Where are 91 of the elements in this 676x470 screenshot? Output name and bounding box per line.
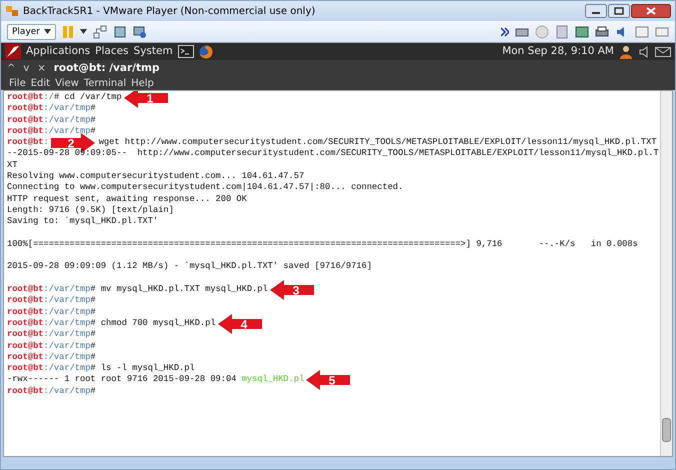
output-text: 100%[==================================================================================>] 9,716 --.-K/s in 0.008s: [7, 238, 638, 250]
app-icon: [5, 4, 19, 18]
command-text: # cd /var/tmp: [54, 92, 122, 104]
prompt-path: :/var/tmp: [44, 363, 90, 374]
command-text: #: [90, 306, 96, 318]
prompt-user: root@bt: [7, 114, 44, 126]
mail-icon[interactable]: [655, 46, 671, 58]
volume-icon[interactable]: [638, 46, 650, 58]
output-text: Resolving www.computersecuritystudent.com... 104.61.47.57: [7, 171, 304, 182]
command-text: #: [90, 103, 96, 115]
command-text: # ls -l mysql_HKD.pl: [90, 363, 195, 374]
callout-arrow: 1: [124, 91, 170, 108]
command-text: #: [90, 329, 96, 341]
command-text: #: [90, 352, 96, 364]
scroll-down-button[interactable]: v: [23, 61, 30, 76]
menu-item[interactable]: Terminal: [84, 76, 126, 91]
prompt-user: root@bt: [7, 126, 44, 138]
callout-arrow: 3: [270, 280, 316, 300]
command-text: # chmod 700 mysql_HKD.pl: [90, 318, 216, 330]
prompt-user: root@bt: [7, 340, 44, 352]
command-text: wget http://www.computersecuritystudent.com/SECURITY_TOOLS/METASPLOITABLE/EXPLOIT/lesson11/mysql_HKD.pl.TXT: [98, 137, 657, 148]
output-text: 2015-09-28 09:09:09 (1.12 MB/s) - `mysql_HKD.pl.TXT' saved [9716/9716]: [7, 261, 372, 273]
scrollbar[interactable]: [660, 91, 672, 456]
panel-menu[interactable]: System: [134, 44, 173, 60]
prompt-path: :/var/tmp: [44, 340, 90, 352]
menu-item[interactable]: File: [9, 76, 26, 91]
scrollbar-thumb[interactable]: [662, 418, 671, 442]
menu-item[interactable]: View: [55, 76, 79, 91]
prompt-user: root@bt: [7, 386, 44, 398]
chevron-icon[interactable]: [501, 26, 509, 36]
minimize-icon[interactable]: [585, 4, 607, 18]
output-text: -rwx------ 1 root root 9716 2015-09-28 09:04: [7, 374, 236, 386]
output-text: Saving to: `mysql_HKD.pl.TXT': [7, 216, 158, 228]
user-icon[interactable]: [619, 44, 633, 58]
prompt-path: :/: [44, 92, 54, 104]
terminal-icon[interactable]: [178, 45, 194, 58]
player-menu-button[interactable]: Player: [7, 24, 56, 40]
prompt-path: :: [44, 137, 49, 148]
prompt-user: root@bt: [7, 352, 44, 364]
output-text: Connecting to www.computersecuritystudent.com|104.61.47.57|:80... connected.: [7, 182, 404, 194]
caret-icon[interactable]: [80, 29, 88, 34]
prompt-path: :/var/tmp: [44, 306, 90, 318]
prompt-user: root@bt: [7, 295, 44, 307]
panel-menu[interactable]: Applications: [26, 44, 90, 60]
network-icon[interactable]: [93, 24, 108, 38]
terminal-title: root@bt: /var/tmp: [54, 60, 160, 76]
prompt-path: :/var/tmp: [44, 386, 90, 398]
prompt-path: :/var/tmp: [44, 284, 90, 296]
dragon-logo-icon[interactable]: [5, 44, 21, 59]
prompt-path: :/var/tmp: [44, 103, 90, 115]
callout-arrow: 5: [306, 370, 352, 390]
maximize-icon[interactable]: [608, 4, 630, 18]
output-text: Length: 9716 (9.5K) [text/plain]: [7, 204, 174, 216]
output-text: HTTP request sent, awaiting response... 200 OK: [7, 194, 247, 205]
command-text: #: [90, 340, 96, 352]
menu-item[interactable]: Edit: [30, 76, 50, 91]
prompt-path: :/var/tmp: [44, 295, 90, 307]
panel-clock[interactable]: Mon Sep 28, 9:10 AM: [502, 44, 614, 60]
prompt-user: root@bt: [7, 103, 44, 115]
close-button[interactable]: ×: [37, 61, 46, 76]
prompt-path: :/var/tmp: [44, 318, 90, 330]
command-text: #: [90, 386, 96, 398]
output-text: --2015-09-28 09:09:05-- http://www.computersecuritystudent.com/SECURITY_TOOLS/METASPLOITABLE/EXPLOIT/lesson11/mysql_HKD.pl.T: [7, 148, 659, 160]
printer-icon[interactable]: [595, 24, 609, 38]
command-text: #: [90, 295, 96, 307]
panel-menu[interactable]: Places: [95, 44, 129, 60]
prompt-path: :/var/tmp: [44, 329, 90, 341]
file-name: mysql_HKD.pl: [242, 374, 304, 386]
command-text: #: [90, 114, 96, 126]
prompt-user: root@bt: [7, 92, 44, 104]
prompt-user: root@bt: [7, 329, 44, 341]
close-icon[interactable]: [631, 4, 671, 18]
scroll-up-button[interactable]: ^: [7, 61, 16, 76]
fullscreen-icon[interactable]: [113, 24, 128, 38]
prompt-path: :/var/tmp: [44, 352, 90, 364]
prompt-user: root@bt: [7, 137, 44, 148]
command-text: # mv mysql_HKD.pl.TXT mysql_HKD.pl: [90, 284, 268, 296]
prompt-user: root@bt: [7, 363, 44, 374]
caret-icon: [44, 28, 52, 34]
prompt-path: :/var/tmp: [44, 114, 90, 126]
prompt-user: root@bt: [7, 318, 44, 330]
prompt-user: root@bt: [7, 306, 44, 318]
browser-icon[interactable]: [198, 44, 213, 58]
callout-arrow: 4: [218, 314, 264, 334]
window-title: BackTrack5R1 - VMware Player (Non-commercial use only): [23, 4, 316, 18]
prompt-path: :/var/tmp: [44, 126, 90, 138]
prompt-user: root@bt: [7, 284, 44, 296]
menu-item[interactable]: Help: [131, 76, 154, 91]
display-icon[interactable]: [133, 24, 148, 38]
output-text: XT: [7, 160, 18, 172]
command-text: #: [90, 126, 96, 138]
